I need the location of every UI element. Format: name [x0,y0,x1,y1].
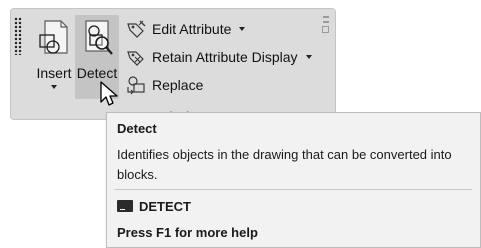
pin-icon [322,26,329,33]
replace-label: Replace [152,77,204,93]
edit-attribute-label: Edit Attribute [152,21,232,37]
replace-icon [127,76,145,95]
retain-attribute-display-icon [127,51,144,66]
retain-attribute-display-button[interactable]: Retain Attribute Display [123,43,323,71]
panel-grip-handle[interactable] [14,17,22,55]
edit-attribute-icon [127,20,146,38]
tooltip-command: DETECT [117,197,191,215]
insert-label: Insert [36,65,72,81]
retain-attribute-display-label: Retain Attribute Display [152,49,298,65]
scroll-up-icon [323,16,329,18]
detect-icon [85,20,113,55]
tooltip-help: Press F1 for more help [117,225,258,240]
tooltip-description: Identifies objects in the drawing that c… [117,147,452,182]
tooltip-divider [115,189,472,190]
tooltip-command-name: DETECT [139,198,191,214]
detect-label: Detect [76,65,118,81]
tooltip: Detect Identifies objects in the drawing… [106,112,481,248]
scroll-line-icon [323,21,329,23]
replace-button[interactable]: Replace [123,71,323,99]
insert-button[interactable]: Insert [33,15,75,99]
edit-attribute-button[interactable]: Edit Attribute [123,15,323,43]
screen: Insert Detect Edit Attribute Retain Attr… [0,0,481,248]
chevron-down-icon[interactable] [51,85,57,89]
insert-block-icon [39,20,68,54]
chevron-down-icon[interactable] [239,27,246,31]
small-button-group: Edit Attribute Retain Attribute Display [123,15,323,99]
command-line-icon [117,200,133,212]
ribbon-panel: Insert Detect Edit Attribute Retain Attr… [10,8,336,120]
chevron-down-icon[interactable] [305,55,312,59]
tooltip-title: Detect [117,121,157,136]
mouse-cursor-icon [100,81,118,106]
